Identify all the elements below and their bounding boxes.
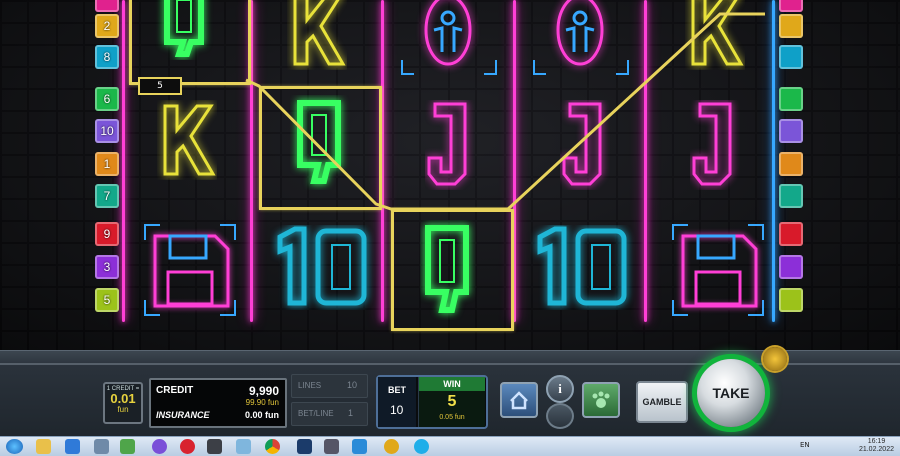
home-button[interactable] — [500, 382, 538, 418]
coin-value-button[interactable]: 1 CREDIT = 0.01 fun — [103, 382, 143, 424]
clock-time: 16:19 — [867, 438, 886, 445]
payline-indicator[interactable]: 8 — [95, 45, 119, 69]
payline-indicator[interactable] — [779, 152, 803, 176]
take-button[interactable]: TAKE — [697, 359, 765, 427]
win-display: WIN 5 0.05 fun — [418, 377, 485, 427]
payline-indicator[interactable] — [779, 0, 803, 12]
game-icon[interactable] — [324, 439, 339, 454]
chrome-icon[interactable] — [265, 439, 280, 454]
gamble-button[interactable]: GAMBLE — [636, 381, 688, 423]
photos-icon[interactable] — [236, 439, 251, 454]
betline-label: BET/LINE — [298, 409, 334, 418]
payline-indicator[interactable]: 7 — [95, 184, 119, 208]
info-button[interactable]: i — [546, 375, 574, 403]
bet-win-display: BET 10 WIN 5 0.05 fun — [376, 375, 488, 429]
coin-unit: fun — [117, 405, 129, 414]
win-frame — [391, 209, 514, 331]
lines-value: 10 — [346, 380, 357, 390]
bet-display[interactable]: BET 10 — [378, 377, 416, 427]
betline-value: 1 — [347, 408, 353, 418]
win-frame — [259, 86, 382, 210]
credit-display: CREDIT 9,990 99.90 fun INSURANCE 0.00 fu… — [149, 378, 287, 428]
language-indicator[interactable]: EN — [800, 441, 810, 449]
payline-indicator[interactable]: 6 — [95, 87, 119, 111]
credit-label: CREDIT — [156, 385, 194, 396]
win-value: 5 — [447, 393, 457, 410]
win-line-label: 5 — [138, 77, 182, 95]
payline-indicator[interactable]: 1 — [95, 152, 119, 176]
viber-icon[interactable] — [152, 439, 167, 454]
payline-indicator[interactable] — [779, 255, 803, 279]
folder-icon[interactable] — [36, 439, 51, 454]
payline-indicator[interactable] — [779, 184, 803, 208]
home-icon — [510, 391, 528, 410]
payline-indicator[interactable]: 9 — [95, 222, 119, 246]
credit-fun-value: 99.90 fun — [245, 398, 279, 407]
sound-button[interactable] — [546, 403, 574, 429]
payline-indicator[interactable]: 3 — [95, 255, 119, 279]
payline-indicator[interactable]: 5 — [95, 288, 119, 312]
win-label: WIN — [419, 377, 485, 391]
betline-selector[interactable]: BET/LINE 1 — [291, 402, 368, 426]
coin-value: 0.01 — [110, 391, 136, 406]
opera-icon[interactable] — [180, 439, 195, 454]
media-player-icon[interactable] — [65, 439, 80, 454]
start-icon[interactable] — [6, 439, 23, 454]
payline-indicator[interactable] — [779, 222, 803, 246]
win-fun-value: 0.05 fun — [439, 414, 465, 421]
clock-date: 21.02.2022 — [858, 446, 894, 453]
payline-indicator[interactable] — [95, 0, 119, 12]
app-icon[interactable] — [207, 439, 222, 454]
network-icon[interactable] — [352, 439, 367, 454]
payline-indicator[interactable] — [779, 288, 803, 312]
lines-selector[interactable]: LINES 10 — [291, 374, 368, 398]
payline-indicator[interactable]: 2 — [95, 14, 119, 38]
win-frame — [129, 0, 251, 85]
payline-indicator[interactable] — [779, 87, 803, 111]
skype-icon[interactable] — [414, 439, 429, 454]
payline-indicator[interactable] — [779, 14, 803, 38]
bet-value: 10 — [390, 403, 404, 417]
payline-indicator[interactable] — [779, 119, 803, 143]
bet-label: BET — [388, 385, 406, 395]
lines-panel: LINES 10 BET/LINE 1 — [291, 374, 368, 426]
reel-area: 5 2 8 6 10 1 7 9 3 5 — [0, 0, 900, 350]
clock[interactable]: 16:19 21.02.2022 — [859, 438, 894, 454]
camera-icon[interactable] — [384, 439, 399, 454]
payline-indicator[interactable] — [779, 45, 803, 69]
paw-icon — [592, 391, 610, 408]
calculator-icon[interactable] — [120, 439, 135, 454]
photoshop-icon[interactable] — [297, 439, 312, 454]
credit-value: 9,990 — [248, 384, 279, 398]
insurance-value: 0.00 fun — [244, 410, 279, 420]
windows-taskbar: EN 16:19 21.02.2022 — [0, 436, 900, 456]
lines-label: LINES — [298, 381, 322, 390]
payline-indicator[interactable]: 10 — [95, 119, 119, 143]
coin-badge-icon[interactable] — [763, 347, 787, 371]
insurance-label: INSURANCE — [156, 410, 210, 420]
window-app-icon[interactable] — [94, 439, 109, 454]
autoplay-button[interactable] — [582, 382, 620, 418]
